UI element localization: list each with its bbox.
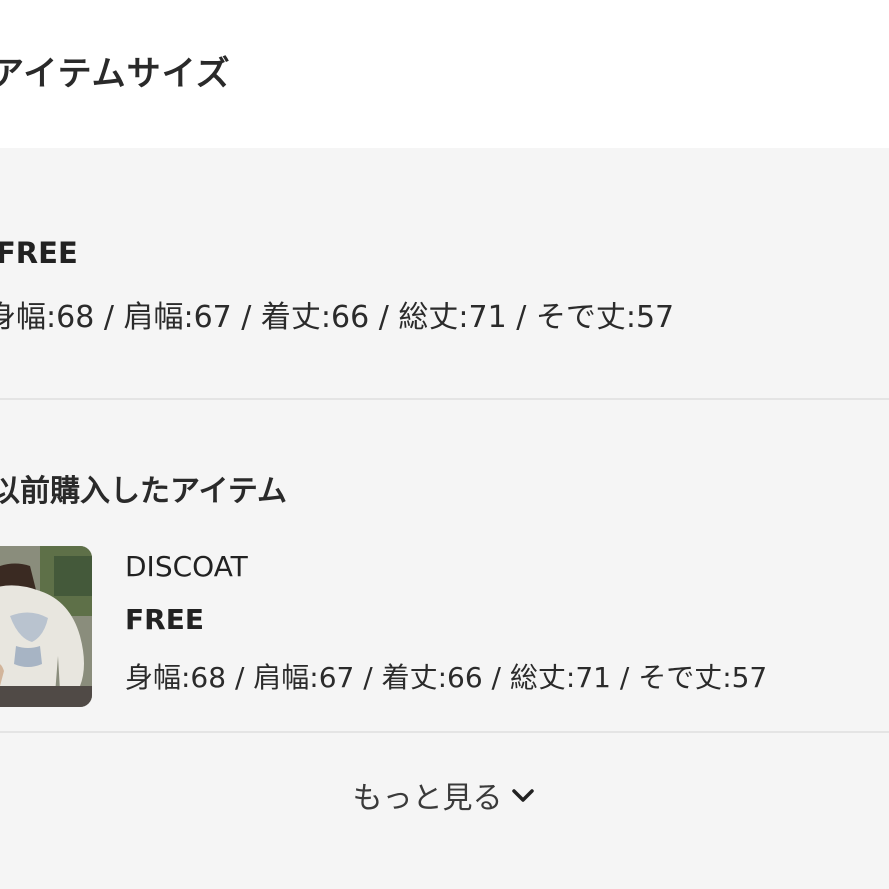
size-dimensions: 身幅:68 / 肩幅:67 / 着丈:66 / 総丈:71 / そで丈:57 [0,300,675,335]
item-dimensions: 身幅:68 / 肩幅:67 / 着丈:66 / 総丈:71 / そで丈:57 [125,661,768,694]
item-size-title: アイテムサイズ [0,54,231,94]
chevron-down-icon [509,781,537,809]
product-photo-image [0,546,92,707]
size-name: FREE [0,236,78,270]
divider [0,398,889,400]
item-brand[interactable]: DISCOAT [125,550,248,583]
section-header: アイテムサイズ [0,0,889,148]
item-thumbnail[interactable] [0,546,92,707]
purchased-items-title: 以前購入したアイテム [0,474,287,509]
show-more-label: もっと見る [352,781,503,816]
show-more-button[interactable]: もっと見る [0,760,889,830]
item-size: FREE [125,603,204,636]
divider [0,731,889,733]
